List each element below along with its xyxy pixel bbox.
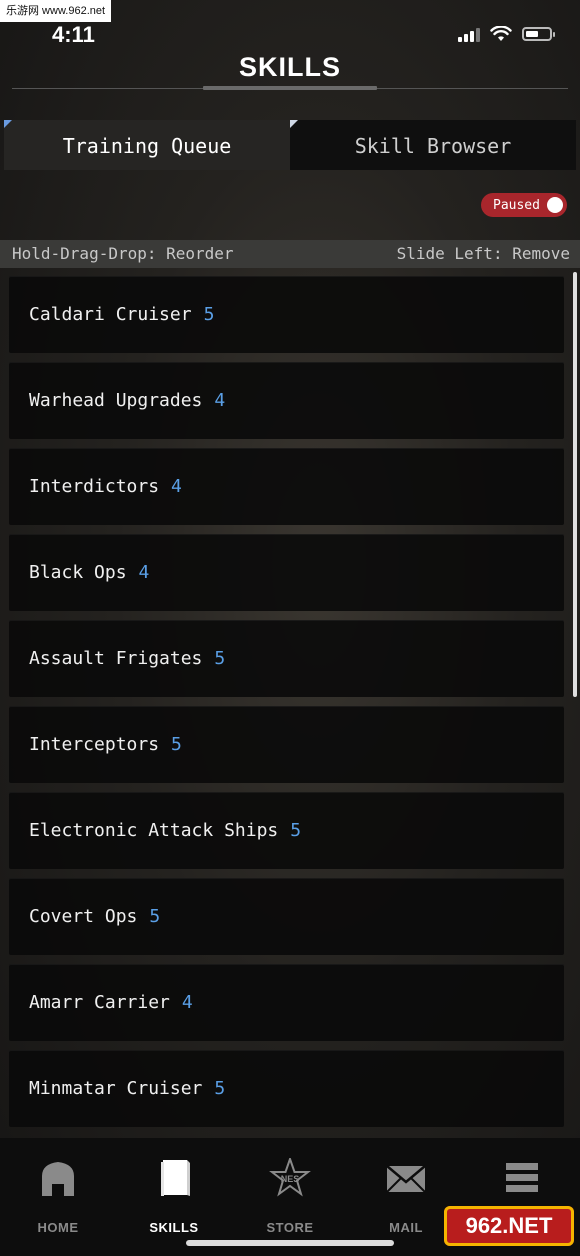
- menu-icon: [506, 1163, 538, 1192]
- nav-label: SKILLS: [149, 1220, 199, 1235]
- skill-name: Interceptors: [29, 734, 160, 755]
- nav-label: HOME: [37, 1220, 79, 1235]
- queue-item[interactable]: Black Ops 4: [9, 534, 564, 611]
- skill-level: 5: [290, 820, 302, 841]
- title-notch: [203, 86, 377, 90]
- nav-skills[interactable]: SKILLS: [116, 1138, 232, 1256]
- queue-item[interactable]: Amarr Carrier 4: [9, 964, 564, 1041]
- nav-store[interactable]: NES STORE: [232, 1138, 348, 1256]
- nav-home[interactable]: HOME: [0, 1138, 116, 1256]
- skill-name: Assault Frigates: [29, 648, 203, 669]
- skill-level: 4: [138, 562, 150, 583]
- queue-item[interactable]: Interdictors 4: [9, 448, 564, 525]
- hint-remove: Slide Left: Remove: [396, 244, 570, 263]
- hint-reorder: Hold-Drag-Drop: Reorder: [12, 244, 234, 263]
- cellular-signal-icon: [458, 26, 480, 42]
- tab-training-queue[interactable]: Training Queue: [4, 120, 290, 170]
- toggle-knob: [547, 197, 563, 213]
- skill-name: Warhead Upgrades: [29, 390, 203, 411]
- queue-item[interactable]: Assault Frigates 5: [9, 620, 564, 697]
- skill-level: 5: [214, 1078, 226, 1099]
- skill-name: Electronic Attack Ships: [29, 820, 279, 841]
- tab-bar: Training Queue Skill Browser: [4, 120, 576, 170]
- skill-level: 4: [214, 390, 226, 411]
- hint-bar: Hold-Drag-Drop: Reorder Slide Left: Remo…: [0, 240, 580, 268]
- queue-item[interactable]: Minmatar Cruiser 5: [9, 1050, 564, 1127]
- home-icon: [42, 1162, 74, 1196]
- skill-level: 4: [171, 476, 182, 497]
- svg-text:NES: NES: [281, 1174, 300, 1184]
- nav-label: STORE: [266, 1220, 314, 1235]
- queue-item[interactable]: Warhead Upgrades 4: [9, 362, 564, 439]
- wifi-icon: [490, 26, 512, 41]
- pause-toggle[interactable]: Paused: [481, 193, 567, 217]
- skill-level: 5: [149, 906, 161, 927]
- skill-name: Amarr Carrier: [29, 992, 170, 1013]
- skill-name: Caldari Cruiser: [29, 304, 192, 325]
- tab-corner-marker: [4, 120, 12, 128]
- tab-label: Training Queue: [62, 134, 232, 158]
- book-icon: [161, 1160, 190, 1196]
- queue-item[interactable]: Electronic Attack Ships 5: [9, 792, 564, 869]
- skill-name: Minmatar Cruiser: [29, 1078, 203, 1099]
- training-queue-list: Caldari Cruiser 5 Warhead Upgrades 4 Int…: [9, 276, 564, 1136]
- pause-toggle-label: Paused: [493, 197, 540, 213]
- status-icons: [458, 26, 555, 42]
- skill-name: Interdictors: [29, 476, 160, 497]
- queue-item[interactable]: Covert Ops 5: [9, 878, 564, 955]
- status-time: 4:11: [52, 22, 95, 47]
- nes-star-icon: NES: [269, 1158, 311, 1197]
- skill-level: 5: [203, 304, 215, 325]
- page-title: SKILLS: [238, 52, 341, 82]
- scrollbar[interactable]: [573, 272, 577, 697]
- site-watermark-badge: 962.NET: [444, 1206, 574, 1246]
- battery-icon: [522, 27, 555, 41]
- skill-name: Black Ops: [29, 562, 127, 583]
- queue-item[interactable]: Caldari Cruiser 5: [9, 276, 564, 353]
- skill-level: 5: [214, 648, 226, 669]
- skill-level: 5: [171, 734, 182, 755]
- skill-level: 4: [181, 992, 193, 1013]
- envelope-icon: [386, 1165, 426, 1193]
- tab-skill-browser[interactable]: Skill Browser: [290, 120, 576, 170]
- tab-label: Skill Browser: [354, 134, 512, 158]
- queue-item[interactable]: Interceptors 5: [9, 706, 564, 783]
- watermark: 乐游网 www.962.net: [0, 0, 112, 22]
- home-indicator: [186, 1240, 394, 1246]
- tab-corner-marker: [290, 120, 298, 128]
- skill-name: Covert Ops: [29, 906, 138, 927]
